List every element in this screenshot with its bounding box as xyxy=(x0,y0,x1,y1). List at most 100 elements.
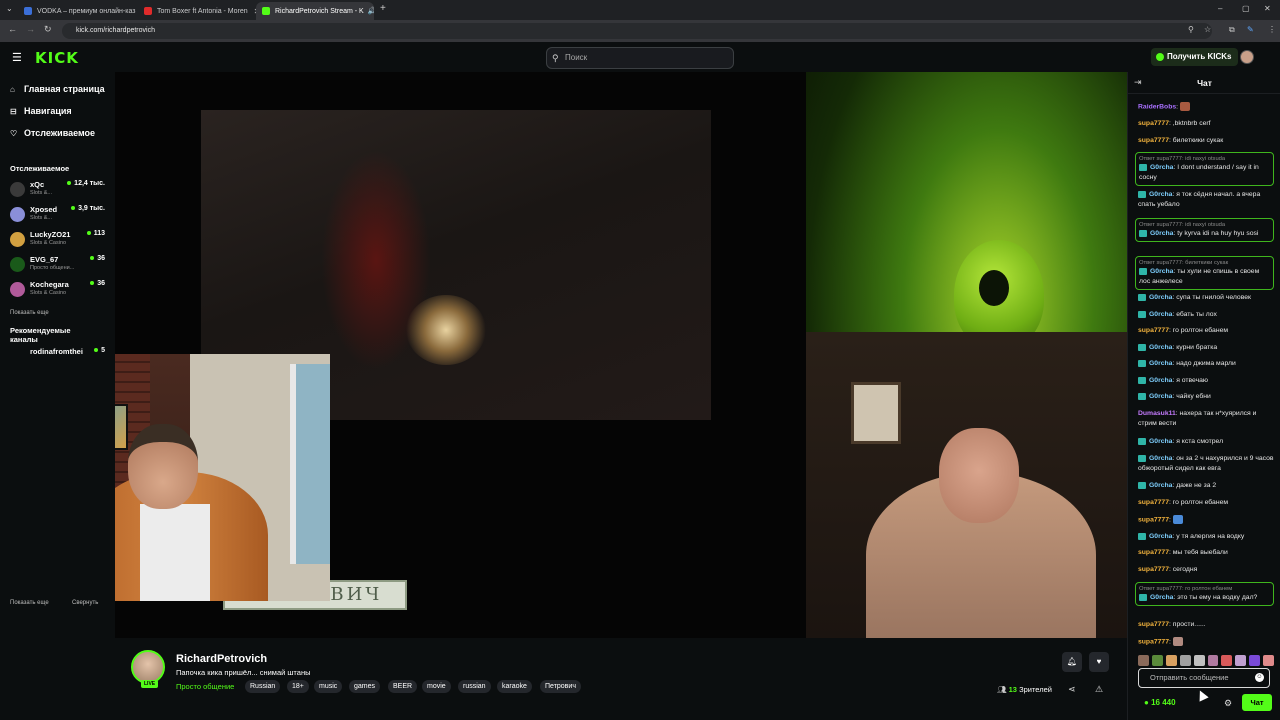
chat-username[interactable]: G0rcha xyxy=(1149,191,1172,198)
video-player[interactable]: ПЕТРОВИЧ xyxy=(115,72,1127,638)
tag-petrovich[interactable]: Петрович xyxy=(540,680,581,693)
hamburger-menu-icon[interactable]: ☰ xyxy=(12,51,22,64)
emote-icon[interactable] xyxy=(1249,655,1261,666)
tag-movie[interactable]: movie xyxy=(422,680,451,693)
report-icon[interactable]: ⚠ xyxy=(1095,684,1103,695)
tag-18plus[interactable]: 18+ xyxy=(287,680,309,693)
chat-message[interactable]: Dumasuk11: нахера так н*хуярился и стрим… xyxy=(1138,409,1274,429)
back-icon[interactable]: ← xyxy=(8,24,17,34)
tag-karaoke[interactable]: karaoke xyxy=(497,680,532,693)
tag-music[interactable]: music xyxy=(314,680,343,693)
chat-username[interactable]: supa7777 xyxy=(1138,549,1169,556)
chat-username[interactable]: G0rcha xyxy=(1149,344,1172,351)
chat-message[interactable]: G0rcha: надо джима марли xyxy=(1138,359,1274,369)
tag-russian[interactable]: Russian xyxy=(245,680,281,693)
tab-list-icon[interactable]: ⌄ xyxy=(6,4,13,13)
streamer-name[interactable]: RichardPetrovich xyxy=(176,653,267,665)
chat-message[interactable]: RaiderBobs: xyxy=(1138,102,1274,112)
zoom-icon[interactable]: ⚲ xyxy=(1188,25,1194,34)
followed-channel-luckyzo21[interactable]: LuckyZO21 Slots & Casino 113 xyxy=(10,229,110,251)
emote-icon[interactable] xyxy=(1207,655,1219,666)
emote-icon[interactable] xyxy=(1179,655,1191,666)
chat-username[interactable]: G0rcha xyxy=(1149,455,1172,462)
url-field[interactable]: kick.com/richardpetrovich xyxy=(62,23,1212,39)
chat-username[interactable]: supa7777 xyxy=(1138,120,1169,127)
chat-reply-message[interactable]: Ответ supa7777: билеткики сукак G0rcha: т… xyxy=(1135,256,1274,290)
get-kicks-button[interactable]: Получить KICKs xyxy=(1151,48,1238,66)
emote-icon[interactable] xyxy=(1193,655,1205,666)
chat-message[interactable]: G0rcha: ебать ты лох xyxy=(1138,310,1274,320)
chat-message[interactable]: supa7777: го ролтон ебанем xyxy=(1138,498,1274,508)
sidebar-item-browse[interactable]: ⊟ Навигация xyxy=(10,106,72,116)
chat-message[interactable]: supa7777: xyxy=(1138,637,1274,647)
close-window-icon[interactable]: ✕ xyxy=(1264,4,1271,13)
chat-username[interactable]: supa7777 xyxy=(1138,638,1169,645)
chat-settings-icon[interactable]: ⚙ xyxy=(1224,698,1232,709)
chat-message[interactable]: G0rcha: курни братка xyxy=(1138,343,1274,353)
notification-bell-button[interactable]: 🔔︎ xyxy=(1062,652,1082,672)
tag-russian-lower[interactable]: russian xyxy=(458,680,491,693)
chat-username[interactable]: G0rcha xyxy=(1149,377,1172,384)
search-input[interactable]: ⚲ Поиск xyxy=(546,47,734,69)
chat-message[interactable]: supa7777: го ролтон ебанем xyxy=(1138,326,1274,336)
close-tab-icon[interactable]: ✕ xyxy=(248,7,256,16)
chat-username[interactable]: G0rcha xyxy=(1150,164,1173,171)
sidebar-item-following[interactable]: ♡ Отслеживаемое xyxy=(10,128,95,138)
chat-username[interactable]: G0rcha xyxy=(1149,294,1172,301)
followed-channel-xqc[interactable]: xQc Slots &... 12,4 тыс. xyxy=(10,179,110,201)
chat-message[interactable]: G0rcha: супа ты гнилой человек xyxy=(1138,293,1274,303)
emote-icon[interactable] xyxy=(1151,655,1163,666)
browser-tab-1[interactable]: VODKA – премиум онлайн-каз ✕ xyxy=(18,2,136,20)
chat-message[interactable]: G0rcha: даже не за 2 xyxy=(1138,481,1274,491)
chat-username[interactable]: supa7777 xyxy=(1138,516,1169,523)
close-tab-icon[interactable]: ✕ xyxy=(135,7,136,16)
chat-reply-message[interactable]: Ответ supa7777: idi naxyi otsuda G0rcha: … xyxy=(1135,152,1274,186)
chat-username[interactable]: G0rcha xyxy=(1149,482,1172,489)
show-more-recommended[interactable]: Показать еще xyxy=(10,600,49,606)
chat-username[interactable]: G0rcha xyxy=(1149,360,1172,367)
followed-channel-kochegara[interactable]: Kochegara Slots & Casino 36 xyxy=(10,279,110,301)
show-more-following[interactable]: Показать еще xyxy=(10,310,49,316)
chat-message[interactable]: supa7777: мы тебя выебали xyxy=(1138,548,1274,558)
follow-heart-button[interactable]: ♥ xyxy=(1089,652,1109,672)
browser-tab-2[interactable]: Tom Boxer ft Antonia - Moren ✕ xyxy=(138,2,256,20)
emote-icon[interactable] xyxy=(1138,655,1149,666)
chat-input[interactable]: Отправить сообщение ☺ xyxy=(1138,668,1270,688)
chat-message[interactable]: G0rcha: чайку ебни xyxy=(1138,392,1274,402)
new-tab-icon[interactable]: + xyxy=(380,3,386,14)
chat-reply-message[interactable]: Ответ supa7777: idi naxyi otsuda G0rcha: … xyxy=(1135,218,1274,242)
streamer-avatar[interactable] xyxy=(131,650,165,684)
kick-logo[interactable]: KICK xyxy=(35,49,79,67)
chat-username[interactable]: G0rcha xyxy=(1150,268,1173,275)
user-avatar[interactable] xyxy=(1240,50,1254,64)
minimize-icon[interactable]: – xyxy=(1218,4,1222,13)
emote-icon[interactable] xyxy=(1165,655,1177,666)
chat-username[interactable]: supa7777 xyxy=(1138,499,1169,506)
chat-username[interactable]: supa7777 xyxy=(1138,566,1169,573)
followed-channel-evg67[interactable]: EVG_67 Просто общени... 36 xyxy=(10,254,110,276)
sidebar-item-home[interactable]: ⌂ Главная страница xyxy=(10,84,105,94)
bookmark-star-icon[interactable]: ☆ xyxy=(1204,25,1211,34)
chat-message[interactable]: G0rcha: он за 2 ч нахуярился и 9 часов о… xyxy=(1138,454,1274,474)
chat-message[interactable]: G0rcha: я отвечаю xyxy=(1138,376,1274,386)
chat-username[interactable]: supa7777 xyxy=(1138,137,1169,144)
chat-username[interactable]: G0rcha xyxy=(1149,311,1172,318)
chat-message[interactable]: G0rcha: я кста смотрел xyxy=(1138,437,1274,447)
share-icon[interactable]: ⋖ xyxy=(1068,684,1076,695)
kicks-balance[interactable]: ● 16 440 xyxy=(1144,698,1176,707)
edit-icon[interactable]: ✎ xyxy=(1247,25,1254,34)
chat-message[interactable]: G0rcha: у тя алергия на водку xyxy=(1138,532,1274,542)
chat-username[interactable]: G0rcha xyxy=(1150,230,1173,237)
recommended-channel[interactable]: rodinafromthei 5 xyxy=(10,346,110,356)
extensions-icon[interactable]: ⧉ xyxy=(1229,25,1235,35)
chat-username[interactable]: G0rcha xyxy=(1150,594,1173,601)
reload-icon[interactable]: ↻ xyxy=(44,24,52,35)
maximize-icon[interactable]: ▢ xyxy=(1242,4,1250,13)
emote-icon[interactable] xyxy=(1235,655,1247,666)
chat-message[interactable]: supa7777: сегодня xyxy=(1138,565,1274,575)
chat-send-button[interactable]: Чат xyxy=(1242,694,1272,711)
chat-username[interactable]: G0rcha xyxy=(1149,438,1172,445)
menu-dots-icon[interactable]: ⋮ xyxy=(1268,25,1276,34)
stream-category[interactable]: Просто общение xyxy=(176,682,234,691)
forward-icon[interactable]: → xyxy=(26,24,35,34)
